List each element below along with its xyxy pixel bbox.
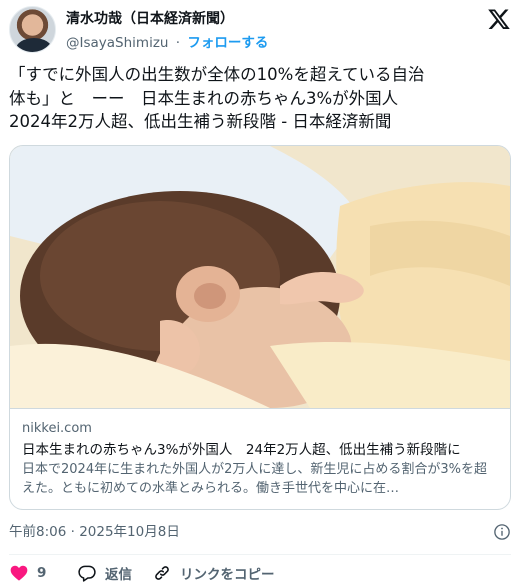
timestamp[interactable]: 午前8:06 · 2025年10月8日 — [9, 524, 180, 540]
card-image[interactable] — [10, 146, 510, 408]
avatar-figure — [16, 38, 52, 52]
like-button[interactable]: 9 — [9, 562, 46, 584]
card-description: 日本で2024年に生まれた外国人が2万人に達し、新生児に占める割合が3%を超えた… — [22, 462, 487, 496]
like-count: 9 — [37, 565, 47, 581]
tweet-header: 清水功哉（日本経済新聞） @IsayaShimizu · フォローする — [9, 6, 511, 54]
timestamp-row: 午前8:06 · 2025年10月8日 — [9, 521, 511, 543]
author-handle[interactable]: @IsayaShimizu — [66, 35, 168, 51]
x-logo-icon[interactable] — [487, 7, 511, 31]
card-domain: nikkei.com — [22, 421, 92, 436]
avatar[interactable] — [9, 6, 56, 53]
action-bar: 9 返信 リンクをコピー — [9, 562, 511, 584]
copy-link-button[interactable]: リンクをコピー — [152, 562, 275, 584]
author-subline: @IsayaShimizu · フォローする — [66, 31, 268, 51]
card-meta: nikkei.com 日本生まれの赤ちゃん3%が外国人 24年2万人超、低出生補… — [10, 408, 510, 509]
reply-icon — [78, 565, 96, 582]
info-icon[interactable] — [493, 523, 511, 541]
tweet-text: 「すでに外国人の出生数が全体の10%を超えている自治 体も」と ーー 日本生まれ… — [9, 65, 425, 131]
heart-icon — [10, 565, 28, 581]
link-card[interactable]: nikkei.com 日本生まれの赤ちゃん3%が外国人 24年2万人超、低出生補… — [9, 145, 511, 510]
separator-dot: · — [175, 35, 181, 51]
author-name[interactable]: 清水功哉（日本経済新聞） — [66, 8, 234, 28]
reply-button[interactable]: 返信 — [77, 562, 132, 584]
copy-link-label: リンクをコピー — [180, 567, 275, 583]
reply-label: 返信 — [105, 567, 132, 583]
divider — [9, 554, 511, 555]
card-title[interactable]: 日本生まれの赤ちゃん3%が外国人 24年2万人超、低出生補う新段階に — [22, 440, 498, 460]
follow-button[interactable]: フォローする — [187, 35, 268, 51]
link-icon — [155, 566, 169, 580]
